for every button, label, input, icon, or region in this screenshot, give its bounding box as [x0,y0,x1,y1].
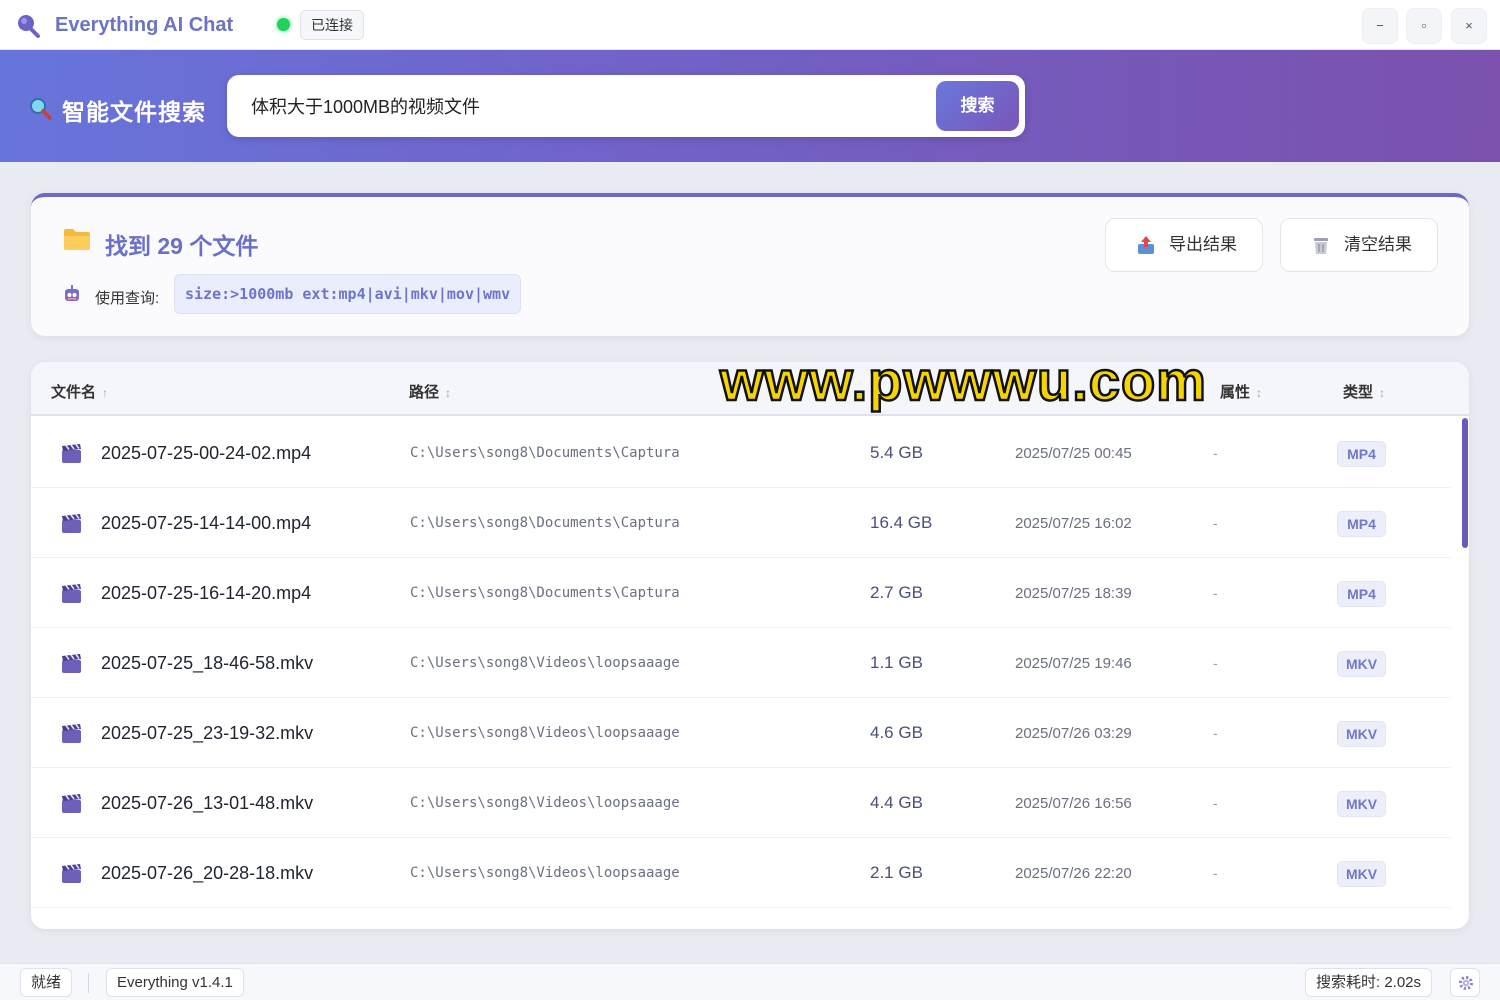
file-attributes: - [1213,445,1218,461]
export-results-button[interactable]: 导出结果 [1105,218,1263,272]
search-box: 搜索 [227,75,1025,137]
video-file-icon [61,583,82,604]
title-bar: Everything AI Chat 已连接 − ▫ × [0,0,1500,50]
file-modified-date: 2025/07/26 16:56 [1015,795,1132,812]
file-name: 2025-07-25_23-19-32.mkv [101,723,314,743]
table-row[interactable]: 2025-07-25-16-14-20.mp4 C:\Users\song8\Do… [31,558,1451,628]
video-file-icon [61,723,82,744]
column-header-path[interactable]: 路径 ↕ [409,381,451,402]
file-type-badge: MP4 [1337,581,1386,607]
results-table: 文件名 ↑ 路径 ↕ 属性 ↕ 类型 ↕ 2025-07-25-00-24-02.mp4… [31,362,1469,929]
folder-icon [64,229,90,250]
file-attributes: - [1213,655,1218,671]
file-path: C:\Users\song8\Videos\loopsaaage [410,865,680,881]
file-attributes: - [1213,585,1218,601]
file-type-badge: MP4 [1337,511,1386,537]
file-modified-date: 2025/07/25 18:39 [1015,585,1132,602]
file-size: 4.6 GB [870,723,923,742]
close-button[interactable]: × [1451,8,1487,44]
file-size: 16.4 GB [870,513,933,532]
app-title: Everything AI Chat [55,14,234,36]
file-attributes: - [1213,515,1218,531]
video-file-icon [61,653,82,674]
column-header-attr[interactable]: 属性 ↕ [1220,381,1262,402]
file-name: 2025-07-25-14-14-00.mp4 [101,513,312,533]
watermark-text: www.pwwwu.com [719,348,1207,414]
search-input[interactable] [251,90,901,122]
file-type-badge: MKV [1337,861,1386,887]
sort-icon: ↕ [1256,386,1263,400]
sort-asc-icon: ↑ [102,386,109,400]
file-attributes: - [1213,865,1218,881]
file-path: C:\Users\song8\Videos\loopsaaage [410,655,680,671]
file-path: C:\Users\song8\Documents\Captura [410,585,680,601]
file-name: 2025-07-26_13-01-48.mkv [101,793,314,813]
search-icon [30,98,52,120]
file-name: 2025-07-25-00-24-02.mp4 [101,443,312,463]
clear-results-label: 清空结果 [1344,235,1412,254]
video-file-icon [61,443,82,464]
file-size: 2.7 GB [870,583,923,602]
file-modified-date: 2025/07/26 03:29 [1015,725,1132,742]
file-path: C:\Users\song8\Documents\Captura [410,445,680,461]
file-type-badge: MKV [1337,791,1386,817]
search-elapsed: 搜索耗时: 2.02s [1305,968,1433,997]
file-name: 2025-07-25-16-14-20.mp4 [101,583,312,603]
query-label: 使用查询: [95,290,160,307]
file-type-badge: MKV [1337,721,1386,747]
video-file-icon [61,513,82,534]
maximize-button[interactable]: ▫ [1406,8,1442,44]
status-bar: 就绪 Everything v1.4.1 搜索耗时: 2.02s [0,963,1500,1000]
file-attributes: - [1213,795,1218,811]
magnifier-icon [18,15,40,38]
sort-icon: ↕ [1379,386,1386,400]
export-icon [1138,236,1154,254]
page-title: 智能文件搜索 [62,99,206,125]
status-divider [88,973,89,993]
minimize-button[interactable]: − [1362,8,1398,44]
table-row[interactable]: 2025-07-26_20-28-18.mkv C:\Users\song8\Vi… [31,838,1451,908]
table-row[interactable]: 2025-07-25_18-46-58.mkv C:\Users\song8\Vi… [31,628,1451,698]
table-row[interactable]: 2025-07-26_13-01-48.mkv C:\Users\song8\Vi… [31,768,1451,838]
file-modified-date: 2025/07/26 22:20 [1015,865,1132,882]
table-row[interactable]: 2025-07-25-14-14-00.mp4 C:\Users\song8\Do… [31,488,1451,558]
results-summary-card: 找到 29 个文件 使用查询: size:>1000mb ext:mp4|avi… [31,193,1469,336]
file-name: 2025-07-26_20-28-18.mkv [101,863,314,883]
file-path: C:\Users\song8\Videos\loopsaaage [410,795,680,811]
file-modified-date: 2025/07/25 19:46 [1015,655,1132,672]
column-header-name[interactable]: 文件名 ↑ [51,381,108,402]
everything-version: Everything v1.4.1 [106,968,244,997]
file-path: C:\Users\song8\Videos\loopsaaage [410,725,680,741]
query-string: size:>1000mb ext:mp4|avi|mkv|mov|wmv [174,274,522,314]
search-button[interactable]: 搜索 [936,81,1019,131]
clear-results-button[interactable]: 清空结果 [1280,218,1438,272]
table-row[interactable]: 2025-07-25-00-24-02.mp4 C:\Users\song8\Do… [31,418,1451,488]
connection-status-dot [277,18,290,31]
settings-button[interactable] [1450,968,1480,997]
gear-icon [1459,976,1473,990]
results-count-title: 找到 29 个文件 [105,233,259,259]
file-size: 5.4 GB [870,443,923,462]
video-file-icon [61,793,82,814]
robot-icon [65,285,79,301]
file-size: 4.4 GB [870,793,923,812]
sort-icon: ↕ [445,386,452,400]
trash-icon [1314,238,1328,254]
scrollbar[interactable] [1462,418,1468,548]
file-type-badge: MP4 [1337,441,1386,467]
file-size: 2.1 GB [870,863,923,882]
file-path: C:\Users\song8\Documents\Captura [410,515,680,531]
file-modified-date: 2025/07/25 16:02 [1015,515,1132,532]
file-attributes: - [1213,725,1218,741]
column-header-type[interactable]: 类型 ↕ [1343,381,1385,402]
file-type-badge: MKV [1337,651,1386,677]
status-ready: 就绪 [20,968,73,997]
file-size: 1.1 GB [870,653,923,672]
file-modified-date: 2025/07/25 00:45 [1015,445,1132,462]
video-file-icon [61,863,82,884]
table-row[interactable]: 2025-07-25_23-19-32.mkv C:\Users\song8\Vi… [31,698,1451,768]
file-name: 2025-07-25_18-46-58.mkv [101,653,314,673]
export-results-label: 导出结果 [1169,235,1237,254]
connection-status-badge: 已连接 [300,10,364,40]
